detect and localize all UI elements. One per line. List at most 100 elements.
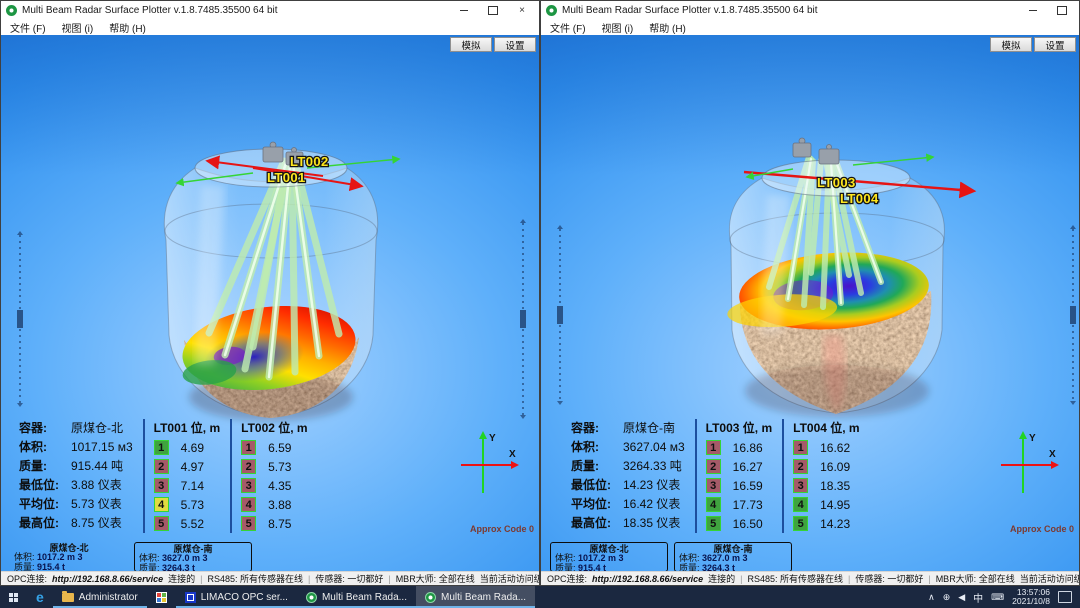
beam-row: 34.35 [241,476,307,495]
menubar: 文件 (F) 视图 (i) 帮助 (H) [541,19,1079,36]
beam-status-badge: 1 [241,440,256,455]
folder-icon [62,593,74,602]
axis-indicator: Y X [993,427,1065,499]
store-button[interactable] [147,586,176,608]
container-name: 原煤仓-北 [69,421,123,435]
beam-row: 116.86 [706,438,772,457]
status-bar: OPC连接: http://192.168.8.66/service 连接的 |… [541,571,1079,585]
store-icon [156,592,167,603]
sensor-column-lt003: LT003 位, m 116.86 216.27 316.59 417.73 5… [695,419,772,533]
sensors-status: 传感器: 一切都好 [315,572,383,585]
beam-row: 37.14 [154,476,220,495]
minimize-button[interactable] [452,3,476,18]
dimension-line [16,231,24,407]
container-summary: 容器:原煤仓-南 体积:3627.04 м3 质量:3264.33 吨 最低位:… [571,419,685,533]
tab-silo-north[interactable]: 原煤仓-北 体积: 1017.2 m 3 质量: 915.4 t [10,542,128,572]
app-window-north: Multi Beam Radar Surface Plotter v.1.8.7… [0,0,540,586]
tab-silo-south[interactable]: 原煤仓-南 体积: 3627.0 m 3 质量: 3264.3 t [134,542,252,572]
tab-silo-south[interactable]: 原煤仓-南 体积: 3627.0 m 3 质量: 3264.3 t [674,542,792,572]
menu-help[interactable]: 帮助 (H) [649,20,686,35]
minimize-button[interactable] [1021,3,1045,18]
dimension-line [519,219,527,419]
max-level-value: 18.35 仪表 [621,516,680,530]
tab-silo-north[interactable]: 原煤仓-北 体积: 1017.2 m 3 质量: 915.4 t [550,542,668,572]
titlebar[interactable]: Multi Beam Radar Surface Plotter v.1.8.7… [541,1,1079,19]
app-icon [546,5,557,16]
mbr-status: MBR大师: 全部在线 [936,572,1015,585]
sensor-label-lt004: LT004 [840,191,879,206]
silo-3d-viewport[interactable]: 模拟 设置 [541,35,1079,573]
taskbar-app-multibeam-1[interactable]: Multi Beam Rada... [297,586,416,608]
window-title: Multi Beam Radar Surface Plotter v.1.8.7… [22,5,447,16]
maximize-button[interactable] [481,3,505,18]
axis-x-label: X [509,449,516,460]
silo-tabs: 原煤仓-北 体积: 1017.2 m 3 质量: 915.4 t 原煤仓-南 体… [550,542,792,572]
app-icon [6,5,17,16]
beam-status-badge: 4 [241,497,256,512]
menu-view[interactable]: 视图 (i) [62,20,94,35]
beam-row: 414.95 [793,495,859,514]
beam-row: 45.73 [154,495,220,514]
beam-row: 16.59 [241,438,307,457]
volume-icon[interactable]: ◀ [958,592,965,603]
container-summary: 容器:原煤仓-北 体积:1017.15 м3 质量:915.44 吨 最低位:3… [19,419,133,533]
beam-status-badge: 2 [793,459,808,474]
ime-indicator[interactable]: 中 [973,590,983,605]
action-center-icon[interactable] [1058,591,1072,603]
taskbar: e Administrator LIMACO OPC ser... Multi … [0,586,1080,608]
beam-status-badge: 5 [706,516,721,531]
edge-button[interactable]: e [27,586,53,608]
multibeam-icon [306,592,317,603]
start-button[interactable] [0,586,27,608]
keyboard-icon[interactable]: ⌨ [991,592,1004,603]
axis-indicator: Y X [453,427,525,499]
beam-status-badge: 4 [793,497,808,512]
menu-file[interactable]: 文件 (F) [10,20,46,35]
sensor-label-lt003: LT003 [817,175,856,190]
beam-row: 55.52 [154,514,220,533]
menu-view[interactable]: 视图 (i) [602,20,634,35]
status-bar: OPC连接: http://192.168.8.66/service 连接的 |… [1,571,539,585]
titlebar[interactable]: Multi Beam Radar Surface Plotter v.1.8.7… [1,1,539,19]
approx-code-label: Approx Code 0 [1010,524,1074,534]
beam-status-badge: 3 [241,478,256,493]
menu-file[interactable]: 文件 (F) [550,20,586,35]
sensor-column-lt002: LT002 位, m 16.59 25.73 34.35 43.88 58.75 [230,419,307,533]
close-button[interactable]: × [510,3,534,18]
edge-icon: e [36,589,44,605]
opc-url: http://192.168.8.66/service [592,574,703,584]
taskbar-app-multibeam-2[interactable]: Multi Beam Rada... [416,586,535,608]
access-level: 当前活动访问级别: Technologist [480,572,539,585]
silo-3d-viewport[interactable]: 模拟 设置 [1,35,539,573]
beam-status-badge: 5 [793,516,808,531]
network-icon[interactable]: ⊕ [943,592,951,603]
axis-x-label: X [1049,449,1056,460]
beam-status-badge: 3 [793,478,808,493]
beam-status-badge: 3 [154,478,169,493]
beam-row: 43.88 [241,495,307,514]
tray-date: 2021/10/8 [1012,596,1050,606]
maximize-button[interactable] [1050,3,1074,18]
beam-status-badge: 1 [154,440,169,455]
limaco-icon [185,592,196,603]
taskbar-app-administrator[interactable]: Administrator [53,586,147,608]
menubar: 文件 (F) 视图 (i) 帮助 (H) [1,19,539,36]
volume-value: 3627.04 м3 [621,440,685,454]
beam-status-badge: 4 [706,497,721,512]
min-level-value: 14.23 仪表 [621,478,680,492]
menu-help[interactable]: 帮助 (H) [109,20,146,35]
windows-logo-icon [9,593,18,602]
beam-status-badge: 1 [793,440,808,455]
beam-status-badge: 2 [241,459,256,474]
beam-status-badge: 4 [154,497,169,512]
beam-row: 318.35 [793,476,859,495]
taskbar-clock[interactable]: 13:57:06 2021/10/8 [1012,588,1050,606]
taskbar-app-limaco-opc[interactable]: LIMACO OPC ser... [176,586,297,608]
beam-status-badge: 5 [241,516,256,531]
sensor-column-lt001: LT001 位, m 14.69 24.97 37.14 45.73 55.52 [143,419,220,533]
beam-row: 24.97 [154,457,220,476]
hidden-icons-chevron[interactable]: ∧ [928,592,935,603]
container-name: 原煤仓-南 [621,421,675,435]
multibeam-icon [425,592,436,603]
silo-tabs: 原煤仓-北 体积: 1017.2 m 3 质量: 915.4 t 原煤仓-南 体… [10,542,252,572]
